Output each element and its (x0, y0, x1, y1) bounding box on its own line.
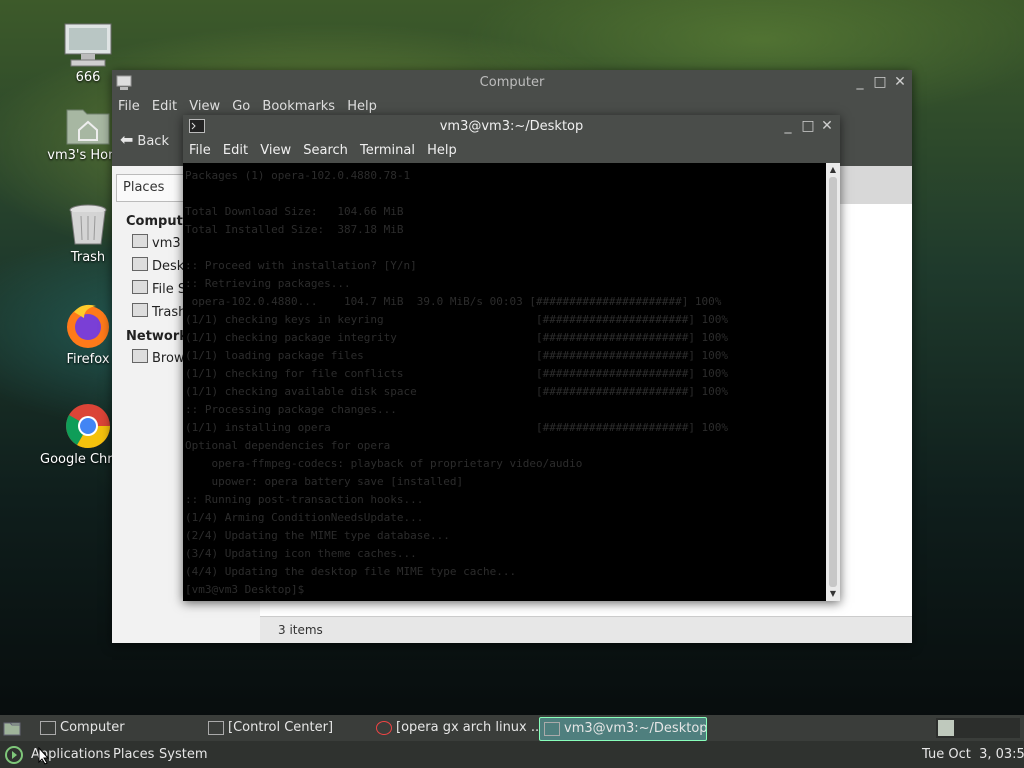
clock[interactable]: Tue Oct 3, 03:52 (922, 741, 1024, 768)
chrome-icon (376, 721, 392, 735)
task-label: [opera gx arch linux ... (396, 720, 544, 735)
back-arrow-icon: ⬅ (120, 130, 134, 149)
sidebar-item-label: vm3 (152, 236, 181, 251)
workspace-switcher[interactable] (936, 718, 1020, 738)
mouse-cursor-icon (38, 747, 50, 765)
window-title: Computer (479, 75, 545, 90)
scroll-up-arrow-icon[interactable]: ▲ (826, 163, 840, 177)
terminal-titlebar[interactable]: vm3@vm3:~/Desktop _ □ ✕ (183, 115, 840, 139)
folder-window-icon (40, 721, 56, 735)
task-label: [Control Center] (228, 720, 334, 735)
system-menu[interactable]: System (159, 741, 207, 768)
task-computer[interactable]: Computer (36, 717, 220, 739)
task-label: Computer (60, 720, 125, 735)
places-menu[interactable]: Places (113, 741, 154, 768)
main-panel: Applications Places System Tue Oct 3, 03… (0, 741, 1024, 768)
home-folder-icon (132, 234, 148, 248)
terminal-output: Packages (1) opera-102.0.4880.78-1 Total… (185, 169, 729, 596)
chrome-icon (66, 404, 110, 448)
close-button[interactable]: ✕ (892, 74, 908, 90)
status-bar: 3 items (260, 616, 912, 643)
control-center-icon (208, 721, 224, 735)
minimize-button[interactable]: _ (852, 74, 868, 90)
close-button[interactable]: ✕ (819, 118, 835, 134)
terminal-icon (544, 722, 560, 736)
terminal-window[interactable]: vm3@vm3:~/Desktop _ □ ✕ File Edit View S… (183, 115, 840, 601)
home-folder-icon (66, 109, 110, 145)
network-icon (132, 349, 148, 363)
trash-icon (69, 204, 107, 245)
sidebar-item-label: Trash (152, 305, 187, 320)
computer-monitor-icon (64, 23, 112, 67)
show-desktop-icon[interactable] (3, 720, 21, 736)
task-chrome[interactable]: [opera gx arch linux ... (372, 717, 558, 739)
task-terminal[interactable]: vm3@vm3:~/Desktop (539, 717, 707, 741)
workspace-1[interactable] (938, 720, 954, 736)
task-label: vm3@vm3:~/Desktop (564, 721, 707, 736)
maximize-button[interactable]: □ (872, 74, 888, 90)
terminal-screen[interactable]: Packages (1) opera-102.0.4880.78-1 Total… (183, 163, 826, 601)
firefox-icon (67, 304, 109, 348)
window-title: vm3@vm3:~/Desktop (439, 119, 584, 134)
menu-file[interactable]: File (189, 139, 211, 163)
maximize-button[interactable]: □ (800, 118, 816, 134)
trash-icon (132, 303, 148, 317)
desktop-folder-icon (132, 257, 148, 271)
menu-edit[interactable]: Edit (223, 139, 248, 163)
menu-edit[interactable]: Edit (152, 96, 177, 118)
menu-search[interactable]: Search (303, 139, 348, 163)
menu-view[interactable]: View (260, 139, 291, 163)
window-list-panel: Computer [Control Center] [opera gx arch… (0, 715, 1024, 741)
menu-help[interactable]: Help (427, 139, 457, 163)
back-button[interactable]: ⬅ Back (120, 130, 169, 149)
menu-terminal[interactable]: Terminal (360, 139, 415, 163)
applications-menu-icon[interactable] (5, 746, 23, 764)
minimize-button[interactable]: _ (780, 118, 796, 134)
task-control-center[interactable]: [Control Center] (204, 717, 388, 739)
file-manager-titlebar[interactable]: Computer _ □ ✕ (112, 70, 912, 96)
terminal-menubar: File Edit View Search Terminal Help (183, 139, 840, 163)
menu-file[interactable]: File (118, 96, 140, 118)
back-label: Back (137, 134, 169, 149)
scrollbar-thumb[interactable] (829, 177, 837, 587)
scroll-down-arrow-icon[interactable]: ▼ (826, 587, 840, 601)
terminal-scrollbar[interactable]: ▲ ▼ (826, 163, 840, 601)
filesystem-icon (132, 280, 148, 294)
